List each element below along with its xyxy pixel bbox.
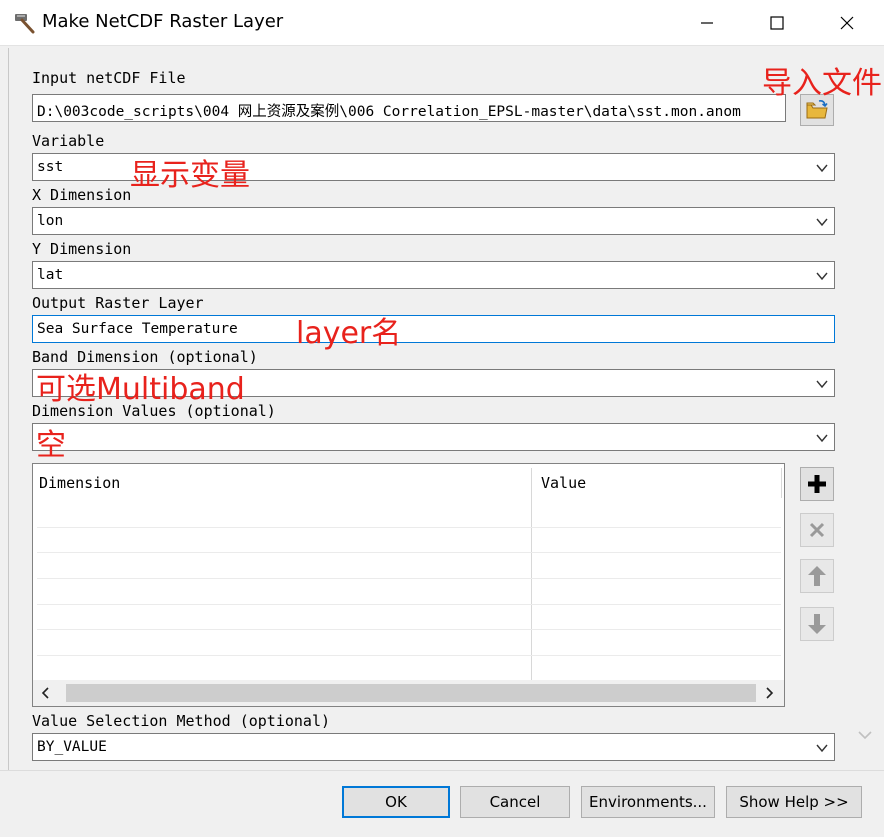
variable-label: Variable xyxy=(32,132,105,150)
output-layer-label: Output Raster Layer xyxy=(32,294,204,312)
scroll-right-icon[interactable] xyxy=(760,684,778,702)
output-layer-input[interactable]: Sea Surface Temperature xyxy=(32,315,835,343)
chevron-down-icon xyxy=(816,164,828,173)
ok-button[interactable]: OK xyxy=(342,786,450,818)
chevron-down-icon xyxy=(816,744,828,753)
close-button[interactable] xyxy=(812,0,882,46)
table-row xyxy=(37,552,781,553)
show-help-button[interactable]: Show Help >> xyxy=(726,786,862,818)
input-file-value: D:\003code_scripts\004 网上资源及案例\006 Corre… xyxy=(37,104,741,120)
plus-icon xyxy=(808,475,826,493)
table-row xyxy=(37,655,781,656)
dimension-values-label: Dimension Values (optional) xyxy=(32,402,276,420)
chevron-down-icon xyxy=(816,380,828,389)
x-dimension-label: X Dimension xyxy=(32,186,132,204)
move-down-button[interactable] xyxy=(800,607,834,641)
dimension-values-select[interactable] xyxy=(32,423,835,451)
scrollbar-thumb[interactable] xyxy=(66,684,756,702)
annotation-empty: 空 xyxy=(36,428,66,463)
x-dimension-value: lon xyxy=(37,213,64,229)
minimize-icon xyxy=(701,22,713,24)
maximize-icon xyxy=(770,16,784,30)
window-title: Make NetCDF Raster Layer xyxy=(42,11,284,32)
title-bar: Make NetCDF Raster Layer xyxy=(0,0,884,46)
chevron-down-icon xyxy=(816,272,828,281)
dimension-values-table[interactable]: Dimension Value xyxy=(32,463,785,707)
scroll-left-icon[interactable] xyxy=(37,684,55,702)
environments-button[interactable]: Environments... xyxy=(581,786,715,818)
open-folder-icon xyxy=(806,100,828,119)
chevron-down-icon xyxy=(816,434,828,443)
table-row xyxy=(37,629,781,630)
y-dimension-label: Y Dimension xyxy=(32,240,132,258)
chevron-down-icon xyxy=(816,218,828,227)
arrow-up-icon xyxy=(808,566,826,586)
table-row xyxy=(37,578,781,579)
minimize-button[interactable] xyxy=(672,0,742,46)
close-icon xyxy=(840,16,854,30)
column-header-dimension: Dimension xyxy=(39,474,121,492)
output-layer-value: Sea Surface Temperature xyxy=(37,321,238,337)
value-selection-select[interactable]: BY_VALUE xyxy=(32,733,835,761)
hammer-icon xyxy=(12,10,38,36)
add-row-button[interactable] xyxy=(800,467,834,501)
y-dimension-select[interactable]: lat xyxy=(32,261,835,289)
annotation-layer-name: layer名 xyxy=(296,316,402,351)
cancel-button[interactable]: Cancel xyxy=(460,786,570,818)
scroll-down-icon[interactable] xyxy=(856,726,874,744)
annotation-import-file: 导入文件 xyxy=(762,66,882,101)
table-row xyxy=(37,527,781,528)
x-dimension-select[interactable]: lon xyxy=(32,207,835,235)
vertical-scrollbar[interactable] xyxy=(852,48,878,770)
input-file-field[interactable]: D:\003code_scripts\004 网上资源及案例\006 Corre… xyxy=(32,94,786,122)
y-dimension-value: lat xyxy=(37,267,64,283)
remove-icon xyxy=(809,522,825,538)
maximize-button[interactable] xyxy=(742,0,812,46)
variable-value: sst xyxy=(37,159,64,175)
move-up-button[interactable] xyxy=(800,559,834,593)
remove-row-button[interactable] xyxy=(800,513,834,547)
column-header-value: Value xyxy=(541,474,587,492)
value-selection-label: Value Selection Method (optional) xyxy=(32,712,331,730)
column-divider xyxy=(531,468,532,680)
horizontal-scrollbar[interactable] xyxy=(33,680,784,706)
annotation-show-variable: 显示变量 xyxy=(130,158,250,193)
table-row xyxy=(37,604,781,605)
column-divider xyxy=(781,468,782,498)
value-selection-value: BY_VALUE xyxy=(37,739,107,755)
arrow-down-icon xyxy=(808,614,826,634)
input-file-label: Input netCDF File xyxy=(32,69,186,87)
